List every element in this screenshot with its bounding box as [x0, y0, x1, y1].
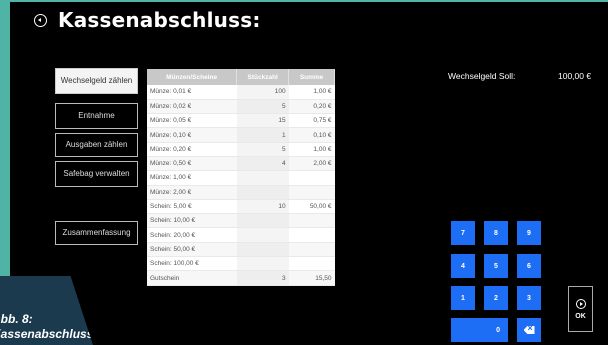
- table-row[interactable]: Münze: 0,02 €5 0,20 €: [147, 99, 335, 115]
- column-header-denomination: Münzen/Scheine: [147, 69, 238, 85]
- count-cell[interactable]: 15: [236, 113, 289, 129]
- backspace-icon: [523, 326, 535, 334]
- keypad-key-5[interactable]: 5: [484, 254, 508, 278]
- sidebar-item-zusammenfassung[interactable]: Zusammenfassung: [55, 221, 138, 245]
- sum-cell: 2,00 €: [288, 156, 335, 172]
- count-cell[interactable]: 3: [236, 270, 289, 286]
- table-row[interactable]: Münze: 0,50 €4 2,00 €: [147, 156, 335, 172]
- sidebar-item-entnahme[interactable]: Entnahme: [55, 103, 138, 129]
- table-header-row: Münzen/Scheine Stückzahl Summe: [147, 69, 335, 85]
- table-row[interactable]: Münze: 0,05 €15 0,75 €: [147, 113, 335, 129]
- sum-cell: [288, 185, 335, 200]
- table-row[interactable]: Schein: 100,00 €: [147, 256, 335, 272]
- app-screen: Kassenabschluss: Wechselgeld zählen Entn…: [10, 2, 608, 345]
- table-body: Münze: 0,01 €100 1,00 € Münze: 0,02 €5 0,20…: [147, 85, 335, 286]
- count-cell[interactable]: [236, 185, 289, 200]
- count-cell[interactable]: 5: [236, 99, 289, 115]
- sum-cell: [288, 170, 335, 186]
- table-row[interactable]: Münze: 0,01 €100 1,00 €: [147, 85, 335, 100]
- keypad-key-1[interactable]: 1: [451, 286, 475, 310]
- sum-cell: [288, 256, 335, 272]
- denomination-cell: Schein: 20,00 €: [147, 227, 237, 243]
- caption-line-2: Kassenabschluss –: [0, 327, 94, 341]
- table-row[interactable]: Schein: 50,00 €: [147, 242, 335, 258]
- count-cell[interactable]: 10: [236, 199, 289, 215]
- count-cell[interactable]: [236, 213, 289, 229]
- wechselgeld-soll-label: Wechselgeld Soll:: [448, 71, 516, 81]
- sum-cell: 15,50: [288, 270, 335, 286]
- denomination-cell: Schein: 50,00 €: [147, 242, 237, 258]
- keypad-key-8[interactable]: 8: [484, 221, 508, 245]
- keypad-key-2[interactable]: 2: [484, 286, 508, 310]
- sum-cell: 50,00 €: [288, 199, 335, 215]
- denomination-cell: Münze: 0,05 €: [147, 113, 237, 129]
- denomination-cell: Münze: 0,20 €: [147, 142, 237, 157]
- cash-count-table: Münzen/Scheine Stückzahl Summe Münze: 0,…: [147, 69, 335, 286]
- page-title: Kassenabschluss:: [58, 8, 261, 32]
- sidebar-item-ausgaben[interactable]: Ausgaben zählen: [55, 133, 138, 157]
- count-cell[interactable]: 4: [236, 156, 289, 172]
- caption-line-1: Abb. 8:: [0, 312, 33, 326]
- keypad-key-7[interactable]: 7: [451, 221, 475, 245]
- denomination-cell: Schein: 10,00 €: [147, 213, 237, 229]
- sum-cell: 0,20 €: [288, 99, 335, 115]
- sum-cell: [288, 213, 335, 229]
- denomination-cell: Münze: 0,10 €: [147, 127, 237, 143]
- count-cell[interactable]: [236, 242, 289, 258]
- denomination-cell: Münze: 2,00 €: [147, 185, 237, 200]
- count-cell[interactable]: [236, 227, 289, 243]
- keypad-key-4[interactable]: 4: [451, 254, 475, 278]
- table-row[interactable]: Schein: 5,00 €10 50,00 €: [147, 199, 335, 215]
- sum-cell: 0,10 €: [288, 127, 335, 143]
- column-header-sum: Summe: [288, 69, 335, 85]
- count-cell[interactable]: 100: [236, 85, 289, 100]
- table-row[interactable]: Schein: 20,00 €: [147, 227, 335, 243]
- keypad-key-0[interactable]: 0: [451, 318, 508, 342]
- denomination-cell: Münze: 0,50 €: [147, 156, 237, 172]
- table-row[interactable]: Schein: 10,00 €: [147, 213, 335, 229]
- table-row[interactable]: Münze: 1,00 €: [147, 170, 335, 186]
- sum-cell: [288, 242, 335, 258]
- ok-button[interactable]: OK: [568, 286, 593, 332]
- sum-cell: [288, 227, 335, 243]
- back-arrow-icon[interactable]: [34, 14, 47, 27]
- table-row[interactable]: Gutschein 3 15,50: [147, 270, 335, 286]
- keypad-key-6[interactable]: 6: [517, 254, 541, 278]
- column-header-count: Stückzahl: [236, 69, 290, 85]
- denomination-cell: Schein: 5,00 €: [147, 199, 237, 215]
- sum-cell: 0,75 €: [288, 113, 335, 129]
- wechselgeld-soll-value: 100,00 €: [558, 71, 592, 81]
- denomination-cell: Münze: 0,01 €: [147, 85, 237, 100]
- sidebar-item-safebag[interactable]: Safebag verwalten: [55, 161, 138, 187]
- count-cell[interactable]: 1: [236, 127, 289, 143]
- count-cell[interactable]: [236, 170, 289, 186]
- sidebar-item-wechselgeld[interactable]: Wechselgeld zählen: [55, 68, 138, 94]
- table-row[interactable]: Münze: 0,20 €5 1,00 €: [147, 142, 335, 157]
- keypad-key-9[interactable]: 9: [517, 221, 541, 245]
- keypad-backspace-button[interactable]: [517, 318, 541, 342]
- denomination-cell: Münze: 1,00 €: [147, 170, 237, 186]
- denomination-cell: Münze: 0,02 €: [147, 99, 237, 115]
- table-row[interactable]: Münze: 2,00 €: [147, 185, 335, 200]
- ok-button-label: OK: [575, 312, 586, 320]
- sum-cell: 1,00 €: [288, 142, 335, 157]
- denomination-cell: Gutschein: [147, 270, 237, 286]
- table-row[interactable]: Münze: 0,10 €1 0,10 €: [147, 127, 335, 143]
- arrow-right-circle-icon: [575, 298, 586, 309]
- keypad-key-3[interactable]: 3: [517, 286, 541, 310]
- count-cell[interactable]: [236, 256, 289, 272]
- count-cell[interactable]: 5: [236, 142, 289, 157]
- sum-cell: 1,00 €: [288, 85, 335, 100]
- denomination-cell: Schein: 100,00 €: [147, 256, 237, 272]
